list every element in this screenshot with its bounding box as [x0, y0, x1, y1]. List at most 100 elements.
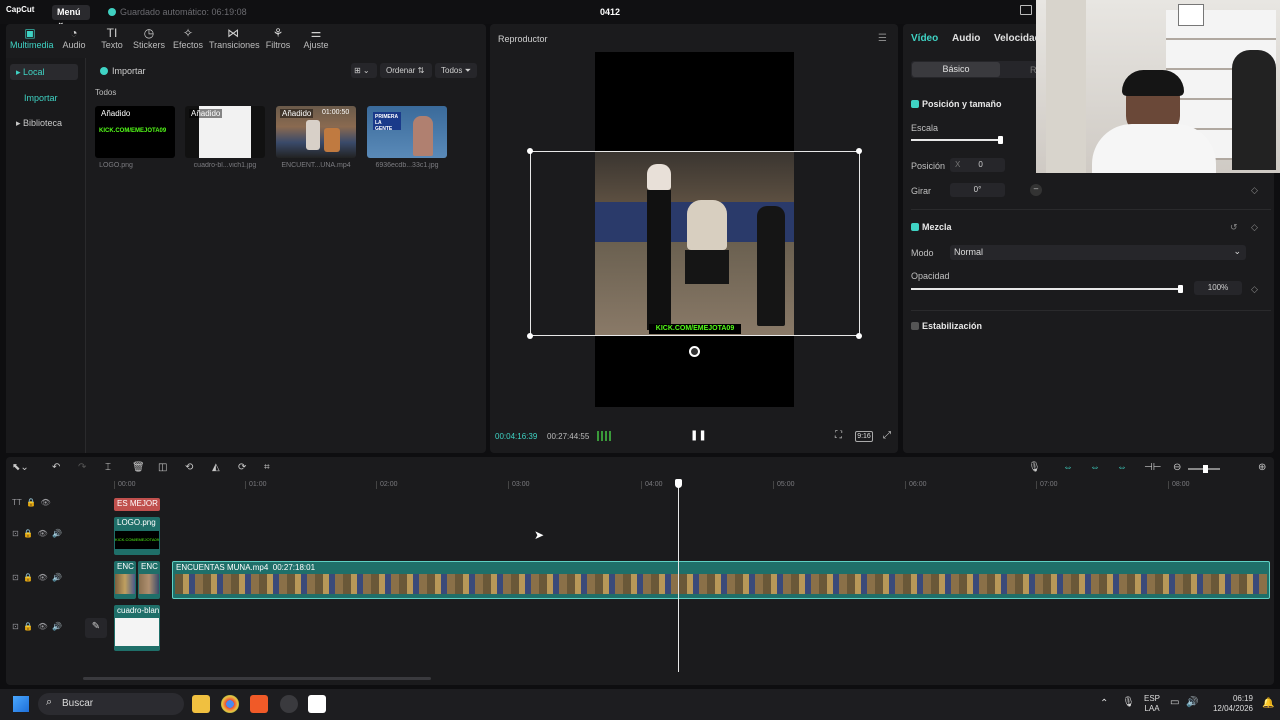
video-clip-small[interactable]: ENC: [114, 561, 136, 599]
language-indicator[interactable]: ESP LAA: [1144, 694, 1160, 714]
zoom-out-icon[interactable]: ⊖: [1173, 462, 1181, 473]
stabilization-section[interactable]: Estabilización: [911, 321, 982, 331]
tab-audio-props[interactable]: Audio: [952, 33, 980, 44]
position-size-section[interactable]: Posición y tamaño: [911, 99, 1002, 109]
sort-button[interactable]: Ordenar ⇅: [380, 63, 432, 78]
microphone-icon[interactable]: 🎙: [1028, 462, 1041, 473]
ratio-button[interactable]: 9:16: [855, 431, 873, 442]
split-icon[interactable]: ⌶: [105, 462, 111, 473]
selection-box[interactable]: [530, 151, 860, 336]
reverse-icon[interactable]: ⟲: [185, 462, 193, 473]
microphone-icon[interactable]: 🎙: [1122, 697, 1135, 708]
horizontal-scrollbar[interactable]: [83, 677, 431, 680]
network-icon[interactable]: ▭: [1170, 697, 1179, 708]
sidebar-item-import[interactable]: Importar: [10, 90, 78, 106]
mouse-cursor: ➤: [534, 528, 545, 542]
media-item-logo[interactable]: Añadido KICK.COM/EMEJOTA09: [95, 106, 175, 158]
tab-video[interactable]: Vídeo: [911, 33, 938, 44]
mirror-icon[interactable]: ◭: [212, 462, 220, 473]
opacity-field[interactable]: 100%: [1194, 281, 1242, 295]
blend-section[interactable]: Mezcla: [911, 222, 952, 232]
project-title[interactable]: 0412: [600, 7, 620, 17]
delete-icon[interactable]: 🗑: [132, 462, 145, 473]
split-view-icon[interactable]: ⊣⊢: [1144, 462, 1161, 473]
search-box[interactable]: ⌕ Buscar: [38, 693, 184, 715]
subtab-basic[interactable]: Básico: [912, 62, 1000, 77]
rotate-handle-icon[interactable]: [689, 346, 700, 357]
text-clip[interactable]: ES MEJOR N: [114, 498, 160, 511]
logo-clip[interactable]: LOGO.png KICK.COM/EMEJOTA09: [114, 517, 160, 555]
zoom-slider[interactable]: [1188, 465, 1220, 473]
notification-icon[interactable]: 🔔: [1262, 698, 1274, 709]
keyframe-icon[interactable]: ◇: [1251, 222, 1258, 233]
menu-button[interactable]: Menú ⌄: [52, 5, 90, 27]
clip-thumbnail: [139, 574, 159, 594]
import-button[interactable]: Importar: [96, 64, 150, 78]
image-clip[interactable]: cuadro-blan: [114, 605, 160, 651]
keyframe-icon[interactable]: ◇: [1251, 284, 1258, 295]
sidebar-item-library[interactable]: ▸ Biblioteca: [10, 115, 78, 131]
tab-filters[interactable]: ⚘ Filtros: [258, 26, 298, 50]
tab-transitions[interactable]: ⋈ Transiciones: [209, 26, 260, 50]
rotate-field[interactable]: 0°: [950, 183, 1005, 197]
tab-audio[interactable]: ◔ Audio: [54, 26, 94, 50]
fullscreen-icon[interactable]: ⤢: [883, 430, 891, 441]
link-icon[interactable]: ⇔: [1090, 462, 1100, 473]
zoom-in-icon[interactable]: ⊕: [1258, 462, 1266, 473]
layout-icon[interactable]: [1020, 5, 1032, 15]
tab-stickers[interactable]: ◷ Stickers: [129, 26, 169, 50]
lang-line-2: LAA: [1144, 704, 1160, 713]
media-item-video[interactable]: Añadido 01:00:50: [276, 106, 356, 158]
pause-button[interactable]: ❚❚: [690, 430, 707, 441]
main-video-clip[interactable]: ENCUENTAS MUNA.mp4 00:27:18:01: [172, 561, 1270, 599]
tab-effects[interactable]: ✧ Efectos: [168, 26, 208, 50]
playhead[interactable]: [678, 481, 679, 672]
screenshot-icon[interactable]: ⛶: [835, 430, 842, 441]
windows-start-icon[interactable]: [13, 696, 29, 712]
scale-slider[interactable]: [911, 136, 1004, 144]
flip-icon[interactable]: –: [1030, 184, 1042, 196]
checkbox-icon: [911, 322, 919, 330]
preview-axis-icon[interactable]: ⇔: [1117, 462, 1127, 473]
magnet-icon[interactable]: ⇔: [1063, 462, 1073, 473]
redo-icon[interactable]: ↷: [78, 462, 86, 473]
select-tool-icon[interactable]: ⬉⌄: [12, 462, 29, 473]
playhead-handle[interactable]: [675, 479, 682, 488]
capcut-icon[interactable]: [308, 695, 326, 713]
tab-text[interactable]: TI Texto: [92, 26, 132, 50]
scale-slider-thumb[interactable]: [998, 136, 1004, 144]
crop-icon[interactable]: ⌗: [264, 462, 270, 473]
opacity-slider[interactable]: [911, 285, 1183, 293]
resize-handle[interactable]: [527, 148, 533, 154]
sidebar-item-local[interactable]: ▸ Local: [10, 64, 78, 80]
edit-cover-icon[interactable]: ✎: [85, 618, 107, 638]
video-clip-small[interactable]: ENC: [138, 561, 160, 599]
keyframe-icon[interactable]: ◇: [1251, 185, 1258, 196]
chrome-icon[interactable]: [221, 695, 239, 713]
filter-button[interactable]: Todos ⏷: [435, 63, 477, 78]
resize-handle[interactable]: [856, 333, 862, 339]
volume-icon[interactable]: 🔊: [1186, 697, 1198, 708]
opacity-slider-thumb[interactable]: [1178, 285, 1183, 293]
resize-handle[interactable]: [527, 333, 533, 339]
tab-multimedia[interactable]: ▣ Multimedia: [10, 26, 54, 50]
media-item-white-image[interactable]: Añadido: [185, 106, 265, 158]
media-item-image[interactable]: PRIMERA LA GENTE: [367, 106, 447, 158]
file-explorer-icon[interactable]: [192, 695, 210, 713]
blend-mode-select[interactable]: Normal ⌄: [950, 245, 1246, 260]
brave-icon[interactable]: [250, 695, 268, 713]
app-icon[interactable]: [280, 695, 298, 713]
clock[interactable]: 06:19 12/04/2026: [1205, 694, 1253, 714]
rotate-icon[interactable]: ⟳: [238, 462, 246, 473]
reset-icon[interactable]: ↺: [1230, 222, 1238, 233]
undo-icon[interactable]: ↶: [52, 462, 60, 473]
chevron-up-icon[interactable]: ⌃: [1100, 698, 1108, 709]
position-x-field[interactable]: X0: [950, 158, 1005, 172]
freeze-icon[interactable]: ◫: [158, 462, 167, 473]
view-toggle-button[interactable]: ⊞ ⌄: [351, 63, 377, 78]
tab-speed[interactable]: Velocidad: [994, 33, 1041, 44]
resize-handle[interactable]: [856, 148, 862, 154]
player-menu-icon[interactable]: ☰: [878, 33, 887, 44]
tab-adjust[interactable]: ⚌ Ajuste: [296, 26, 336, 50]
zoom-slider-thumb[interactable]: [1203, 465, 1208, 473]
